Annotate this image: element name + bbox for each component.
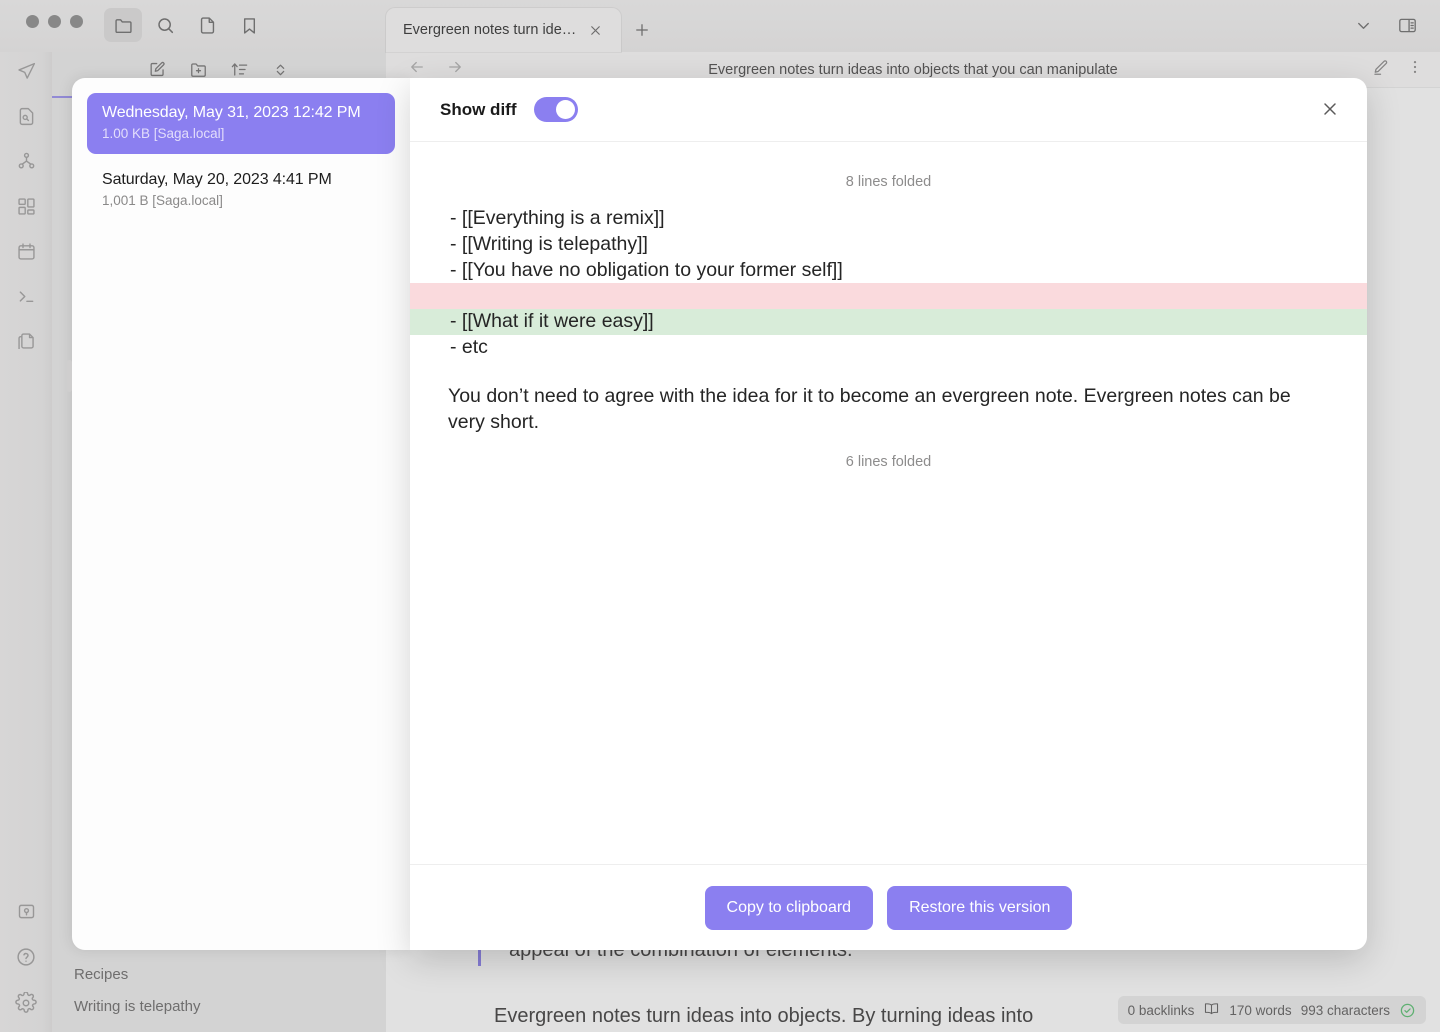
- diff-block: - [[Everything is a remix]] - [[Writing …: [448, 206, 1329, 361]
- version-history-panel: Wednesday, May 31, 2023 12:42 PM 1.00 KB…: [72, 78, 410, 950]
- version-diff-modal: Show diff 8 lines folded - [[Everything …: [410, 78, 1367, 950]
- close-modal-icon[interactable]: [1313, 92, 1347, 126]
- modal-footer: Copy to clipboard Restore this version: [410, 864, 1367, 950]
- diff-line-context: - [[Everything is a remix]]: [448, 206, 1329, 232]
- version-meta: 1,001 B [Saga.local]: [102, 193, 380, 208]
- version-date: Wednesday, May 31, 2023 12:42 PM: [102, 104, 380, 122]
- diff-paragraph: You don’t need to agree with the idea fo…: [448, 383, 1293, 436]
- version-date: Saturday, May 20, 2023 4:41 PM: [102, 171, 380, 189]
- modal-body: 8 lines folded - [[Everything is a remix…: [410, 142, 1367, 864]
- diff-line-removed: [410, 283, 1367, 309]
- diff-line-added: - [[What if it were easy]]: [410, 309, 1367, 335]
- version-meta: 1.00 KB [Saga.local]: [102, 126, 380, 141]
- diff-line-context: - [[You have no obligation to your forme…: [448, 258, 1329, 284]
- version-list-item[interactable]: Saturday, May 20, 2023 4:41 PM 1,001 B […: [87, 160, 395, 221]
- copy-to-clipboard-button[interactable]: Copy to clipboard: [705, 886, 874, 930]
- restore-version-button[interactable]: Restore this version: [887, 886, 1072, 930]
- show-diff-label: Show diff: [440, 100, 516, 120]
- folded-lines-bottom[interactable]: 6 lines folded: [448, 454, 1329, 470]
- show-diff-toggle[interactable]: [534, 97, 578, 122]
- diff-line-context: - etc: [448, 335, 1329, 361]
- toggle-knob: [556, 100, 575, 119]
- version-list-item[interactable]: Wednesday, May 31, 2023 12:42 PM 1.00 KB…: [87, 93, 395, 154]
- version-panel-scrollbar[interactable]: [67, 360, 72, 392]
- app-window: Recipes Writing is telepathy Calmness is…: [0, 0, 1440, 1032]
- folded-lines-top[interactable]: 8 lines folded: [448, 174, 1329, 190]
- modal-header: Show diff: [410, 78, 1367, 142]
- diff-line-context: - [[Writing is telepathy]]: [448, 232, 1329, 258]
